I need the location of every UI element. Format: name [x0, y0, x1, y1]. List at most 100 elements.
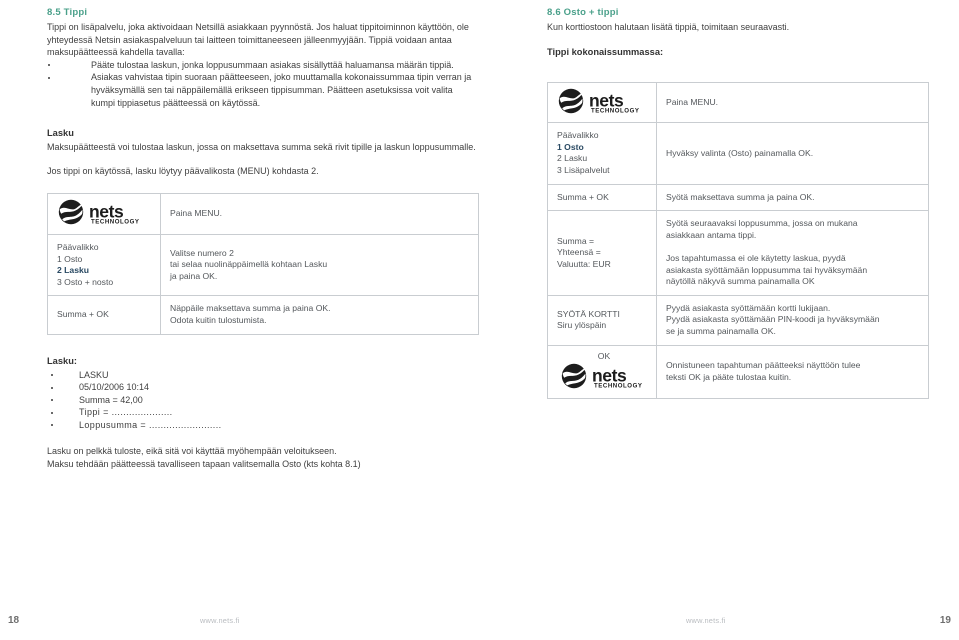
value-line: Paina MENU. [666, 96, 719, 107]
table-cell-key: nets TECHNOLOGY [47, 193, 161, 235]
value-line: teksti OK ja pääte tulostaa kuitin. [666, 371, 792, 382]
value-line: asiakasta syöttämään loppusumma tai hyvä… [666, 264, 868, 275]
svg-text:TECHNOLOGY: TECHNOLOGY [591, 107, 640, 113]
left-page-column: 8.5 Tippi Tippi on lisäpalvelu, joka akt… [47, 0, 479, 471]
value-line: Syötä seuraavaksi loppusumma, jossa on m… [666, 218, 858, 229]
list-item: Summa = 42,00 [47, 394, 479, 407]
table-cell-value: Paina MENU. [656, 81, 929, 124]
key-line: 3 Lisäpalvelut [557, 164, 610, 175]
key-line: Valuutta: EUR [557, 258, 611, 269]
value-line: Onnistuneen tapahtuman päätteeksi näyttö… [666, 360, 861, 370]
table-cell-key: Summa + OK [547, 183, 657, 212]
table-row: Summa = Yhteensä = Valuutta: EUR Syötä s… [547, 210, 929, 296]
table-row: OK nets TECHNOLOGY Onnistuneen tapahtuma… [547, 344, 929, 399]
page-title-left: 8.5 Tippi [47, 7, 88, 18]
list-item: Loppusumma = ......................... [47, 419, 479, 432]
table-cell-value: Pyydä asiakasta syöttämään kortti lukija… [656, 294, 929, 346]
key-line: Päävalikko [57, 241, 99, 252]
key-line: Summa = [557, 235, 595, 246]
list-item: Pääte tulostaa laskun, jonka loppusummaa… [47, 59, 479, 72]
key-line: Päävalikko [557, 130, 599, 141]
svg-text:TECHNOLOGY: TECHNOLOGY [594, 383, 643, 389]
page-number-right: 19 [939, 615, 951, 626]
nets-logo-icon: nets TECHNOLOGY [558, 88, 644, 114]
table-cell-key: SYÖTÄ KORTTI Siru ylöspäin [547, 294, 657, 346]
right-page-column: 8.6 Osto + tippi Kun korttiostoon haluta… [547, 0, 929, 399]
left-intro-paragraph: Tippi on lisäpalvelu, joka aktivoidaan N… [47, 22, 469, 58]
left-bullet-list: Pääte tulostaa laskun, jonka loppusummaa… [47, 59, 479, 109]
list-item: Tippi = ..................... [47, 406, 479, 419]
key-line: SYÖTÄ KORTTI [557, 308, 620, 319]
lasku-note: Jos tippi on käytössä, lasku löytyy pääv… [47, 165, 319, 176]
table-cell-key: Summa = Yhteensä = Valuutta: EUR [547, 210, 657, 296]
value-line: asiakkaan antama tippi. [666, 229, 757, 240]
value-line: Odota kuitin tulostumista. [170, 314, 267, 325]
document-page-spread: 8.5 Tippi Tippi on lisäpalvelu, joka akt… [0, 0, 959, 640]
osto-tippi-flow-table: nets TECHNOLOGY Paina MENU. Päävalikko 1… [547, 81, 929, 399]
closing-line-2: Maksu tehdään päätteessä tavalliseen tap… [47, 459, 361, 470]
page-footer: 18 www.nets.fi www.nets.fi 19 [0, 610, 959, 626]
table-row: Summa + OK Syötä maksettava summa ja pai… [547, 183, 929, 212]
key-line: Yhteensä = [557, 247, 601, 258]
closing-line-1: Lasku on pelkkä tuloste, eikä sitä voi k… [47, 446, 337, 457]
nets-logo-icon: nets TECHNOLOGY [561, 363, 647, 389]
lasku-paragraph: Maksupäätteestä voi tulostaa laskun, jos… [47, 142, 476, 153]
key-line: 1 Osto [57, 253, 83, 264]
lasku-heading: Lasku [47, 128, 74, 139]
table-cell-key: nets TECHNOLOGY [547, 81, 657, 124]
list-item: LASKU [47, 369, 479, 382]
right-intro-paragraph: Kun korttiostoon halutaan lisätä tippiä,… [547, 22, 790, 32]
value-line: Paina MENU. [170, 208, 223, 219]
page-number-left: 18 [8, 615, 20, 626]
table-cell-key: Päävalikko 1 Osto 2 Lasku 3 Osto + nosto [47, 233, 161, 297]
key-line-highlight: 1 Osto [557, 141, 584, 152]
lasku-flow-table: nets TECHNOLOGY Paina MENU. Päävalikko 1… [47, 193, 479, 335]
key-line: Siru ylöspäin [557, 320, 607, 331]
table-row: SYÖTÄ KORTTI Siru ylöspäin Pyydä asiakas… [547, 294, 929, 346]
svg-text:TECHNOLOGY: TECHNOLOGY [91, 219, 140, 225]
table-body: nets TECHNOLOGY Paina MENU. Päävalikko 1… [47, 193, 479, 335]
receipt-item-list: LASKU 05/10/2006 10:14 Summa = 42,00 Tip… [47, 369, 479, 432]
footer-url-right: www.nets.fi [686, 616, 726, 625]
value-line: ja paina OK. [170, 270, 218, 281]
table-cell-value: Syötä seuraavaksi loppusumma, jossa on m… [656, 210, 929, 296]
value-line: näytöllä näkyvä summa painamalla OK [666, 276, 815, 287]
footer-url-left: www.nets.fi [200, 616, 240, 625]
table-cell-value: Näppäile maksettava summa ja paina OK. O… [160, 295, 479, 335]
table-row: Päävalikko 1 Osto 2 Lasku 3 Osto + nosto… [47, 233, 479, 297]
table-row: nets TECHNOLOGY Paina MENU. [547, 81, 929, 124]
value-line: Hyväksy valinta (Osto) painamalla OK. [666, 147, 814, 158]
table-cell-value: Syötä maksettava summa ja paina OK. [656, 183, 929, 212]
table-cell-value: Onnistuneen tapahtuman päätteeksi näyttö… [656, 344, 929, 399]
key-line: Summa + OK [557, 191, 609, 202]
table-cell-key: Summa + OK [47, 295, 161, 335]
list-item: 05/10/2006 10:14 [47, 381, 479, 394]
list-item: Asiakas vahvistaa tipin suoraan päättees… [47, 71, 479, 109]
table-cell-value: Hyväksy valinta (Osto) painamalla OK. [656, 122, 929, 185]
key-line: 3 Osto + nosto [57, 276, 114, 287]
table-cell-key: Päävalikko 1 Osto 2 Lasku 3 Lisäpalvelut [547, 122, 657, 185]
table-body: nets TECHNOLOGY Paina MENU. Päävalikko 1… [547, 81, 929, 399]
receipt-heading: Lasku: [47, 355, 77, 366]
value-line-spacer [666, 241, 919, 253]
value-line: Jos tapahtumassa ei ole käytetty laskua,… [666, 252, 846, 263]
table-cell-key: OK nets TECHNOLOGY [547, 344, 657, 399]
page-title-right: 8.6 Osto + tippi [547, 7, 619, 18]
right-subheading: Tippi kokonaissummassa: [547, 46, 664, 57]
key-line: OK [597, 350, 611, 361]
table-cell-value: Valitse numero 2 tai selaa nuolinäppäime… [160, 233, 479, 297]
value-line: se ja summa painamalla OK. [666, 325, 776, 336]
table-cell-value: Paina MENU. [160, 193, 479, 235]
value-line: Pyydä asiakasta syöttämään PIN-koodi ja … [666, 314, 880, 325]
spread-gutter [479, 0, 480, 640]
value-line: tai selaa nuolinäppäimellä kohtaan Lasku [170, 259, 328, 270]
table-row: nets TECHNOLOGY Paina MENU. [47, 193, 479, 235]
value-line: Pyydä asiakasta syöttämään kortti lukija… [666, 302, 831, 313]
key-line-highlight: 2 Lasku [57, 265, 90, 276]
key-line: 2 Lasku [557, 153, 588, 164]
value-line: Näppäile maksettava summa ja paina OK. [170, 303, 331, 314]
value-line: Valitse numero 2 [170, 247, 234, 258]
value-line: Syötä maksettava summa ja paina OK. [666, 191, 815, 202]
nets-logo-icon: nets TECHNOLOGY [58, 199, 144, 225]
key-line: Summa + OK [57, 309, 109, 320]
